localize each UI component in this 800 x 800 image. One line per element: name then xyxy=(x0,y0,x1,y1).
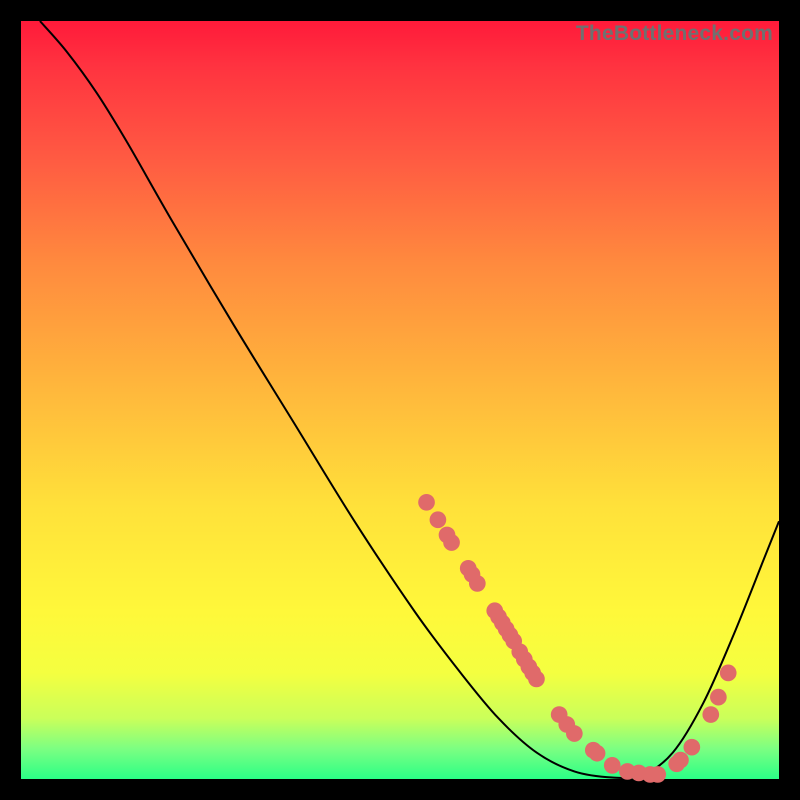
data-marker xyxy=(604,757,621,774)
chart-gradient-area: TheBottleneck.com xyxy=(21,21,779,779)
data-marker xyxy=(720,665,737,682)
chart-svg xyxy=(21,21,779,779)
data-marker xyxy=(649,766,666,783)
data-marker xyxy=(566,725,583,742)
data-marker xyxy=(710,689,727,706)
data-marker xyxy=(528,671,545,688)
markers-group xyxy=(418,494,736,783)
data-marker xyxy=(672,752,689,769)
data-marker xyxy=(469,575,486,592)
data-marker xyxy=(683,739,700,756)
data-marker xyxy=(443,534,460,551)
data-marker xyxy=(702,706,719,723)
data-marker xyxy=(430,511,447,528)
bottleneck-curve xyxy=(40,21,779,778)
data-marker xyxy=(589,745,606,762)
data-marker xyxy=(418,494,435,511)
